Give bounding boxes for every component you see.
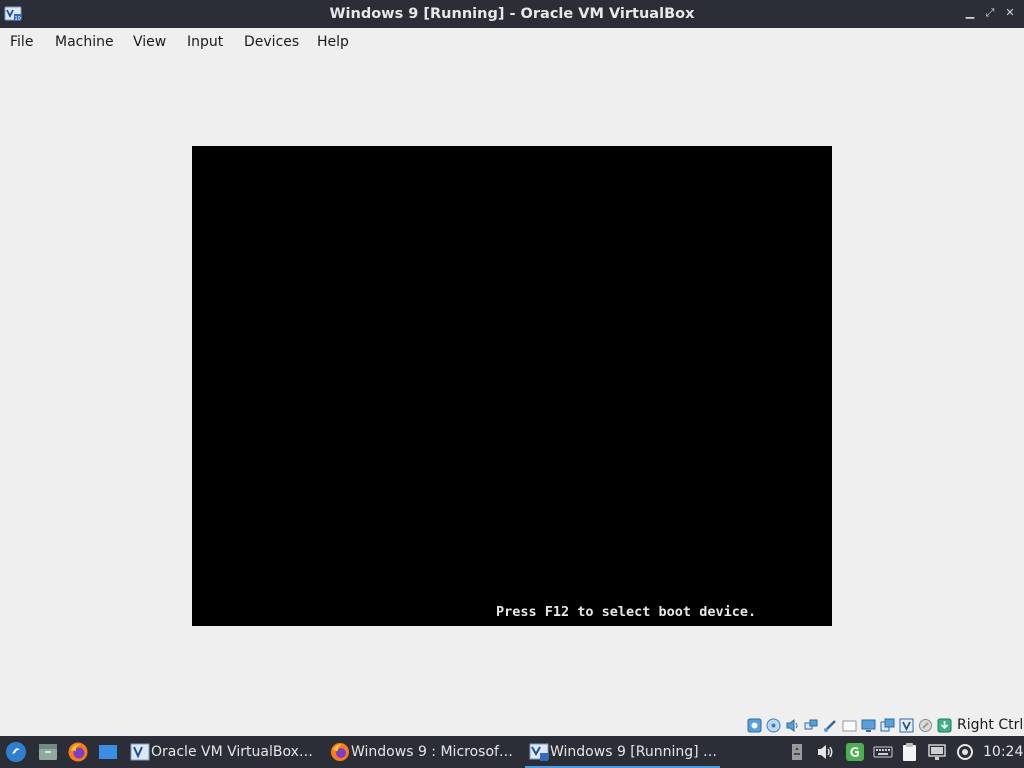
task-virtualbox-manager[interactable]: Oracle VM VirtualBox… <box>126 736 322 768</box>
firefox-icon[interactable] <box>67 741 89 763</box>
menu-file[interactable]: File <box>10 34 33 50</box>
removable-drive-icon[interactable] <box>787 742 807 762</box>
keyboard-icon[interactable] <box>873 742 893 762</box>
files-icon[interactable] <box>37 741 59 763</box>
virtualization-icon[interactable] <box>899 718 914 733</box>
keyboard-capture-icon[interactable] <box>937 718 952 733</box>
menu-machine[interactable]: Machine <box>55 34 114 50</box>
menu-bar: File Machine View Input Devices Help <box>0 28 1024 58</box>
video-capture-icon[interactable] <box>880 718 895 733</box>
menu-help[interactable]: Help <box>317 34 349 50</box>
audio-icon[interactable] <box>785 718 800 733</box>
task-label: Windows 9 : Microsof… <box>351 744 513 760</box>
menu-view[interactable]: View <box>133 34 166 50</box>
menu-input[interactable]: Input <box>187 34 223 50</box>
close-icon[interactable]: ✕ <box>1002 5 1018 21</box>
taskbar: Oracle VM VirtualBox… Windows 9 : Micros… <box>0 736 1024 768</box>
network-icon[interactable] <box>804 718 819 733</box>
host-key-label: Right Ctrl <box>957 717 1024 733</box>
task-firefox[interactable]: Windows 9 : Microsof… <box>326 736 522 768</box>
optical-drive-icon[interactable] <box>766 718 781 733</box>
menu-devices[interactable]: Devices <box>244 34 299 50</box>
hard-disk-icon[interactable] <box>747 718 762 733</box>
volume-icon[interactable] <box>815 742 835 762</box>
virtualbox-manager-icon <box>130 743 150 761</box>
network-icon[interactable] <box>927 742 947 762</box>
task-label: Oracle VM VirtualBox… <box>151 744 313 760</box>
menu-icon[interactable] <box>5 741 27 763</box>
title-bar: 10 Windows 9 [Running] - Oracle VM Virtu… <box>0 0 1024 28</box>
update-manager-icon[interactable] <box>845 742 865 762</box>
maximize-icon[interactable]: ⤢ <box>982 5 998 21</box>
status-bar: Right Ctrl <box>0 716 1024 736</box>
boot-message: Press F12 to select boot device. <box>496 604 757 620</box>
vm-display[interactable]: Press F12 to select boot device. <box>192 146 832 626</box>
mouse-integration-icon[interactable] <box>918 718 933 733</box>
minimize-icon[interactable]: ▁ <box>962 5 978 21</box>
task-label: Windows 9 [Running] … <box>550 744 718 760</box>
show-desktop-icon[interactable] <box>97 741 119 763</box>
shared-folders-icon[interactable] <box>842 718 857 733</box>
firefox-icon <box>331 743 349 761</box>
usb-icon[interactable] <box>823 718 838 733</box>
power-icon[interactable] <box>955 742 975 762</box>
clock[interactable]: 10:24 <box>983 744 1023 760</box>
task-virtualbox-vm[interactable]: Windows 9 [Running] … <box>525 736 720 768</box>
clipboard-icon[interactable] <box>899 742 919 762</box>
virtualbox-vm-icon <box>529 743 549 761</box>
window-title: Windows 9 [Running] - Oracle VM VirtualB… <box>329 6 695 22</box>
display-icon[interactable] <box>861 718 876 733</box>
